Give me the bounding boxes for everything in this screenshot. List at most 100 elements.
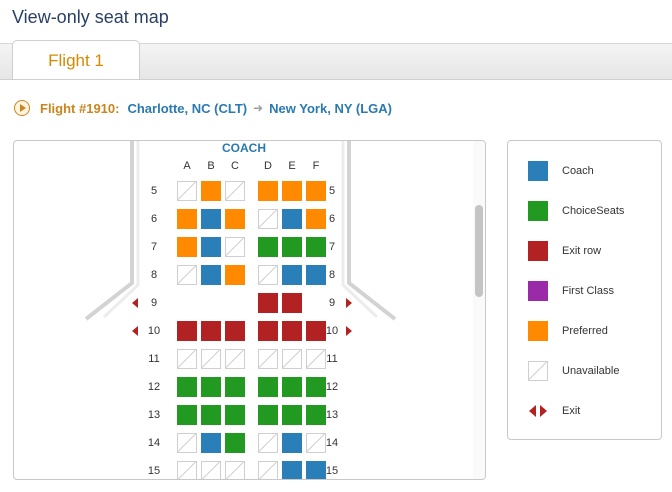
seat-7E [282,237,302,257]
legend-panel: Coach ChoiceSeats Exit row First Class Prefe… [507,140,662,440]
seat-14C [225,433,245,453]
column-letter-e: E [288,160,296,172]
seat-13D [258,405,278,425]
column-letter-b: B [207,160,215,172]
row-number-left: 15 [147,465,161,477]
seat-13B [201,405,221,425]
legend-label: ChoiceSeats [562,205,625,217]
seat-6A [177,209,197,229]
seat-12C [225,377,245,397]
seat-10E [282,321,302,341]
legend-label: Exit row [562,245,602,257]
seat-5F [306,181,326,201]
legend-label: Exit [562,405,581,417]
seat-5A [177,181,197,201]
seat-5E [282,181,302,201]
row-number-left: 8 [150,269,158,281]
seat-11C [225,349,245,369]
legend-label: Coach [562,165,594,177]
scroll-thumb[interactable] [475,205,483,297]
seat-12E [282,377,302,397]
seat-map: COACH A B C D E F 5 5 6 6 7 7 8 8 9 9 10 10 11 11 12 12 13 13 14… [14,141,474,479]
seat-6D [258,209,278,229]
seat-7B [201,237,221,257]
seat-10F [306,321,326,341]
seat-7A [177,237,197,257]
row-number-left: 13 [147,409,161,421]
seat-13C [225,405,245,425]
origin-city: Charlotte, NC (CLT) [127,100,248,116]
seat-14E [282,433,302,453]
seat-11F [306,349,326,369]
seat-15E [282,461,302,479]
seat-11E [282,349,302,369]
choiceseats-swatch [528,201,548,221]
legend-item-preferred: Preferred [528,320,608,342]
exit-row-swatch [528,241,548,261]
legend-item-first: First Class [528,280,614,302]
legend-label: First Class [562,285,614,297]
seat-9E [282,293,302,313]
seat-13E [282,405,302,425]
seat-14D [258,433,278,453]
seat-11B [201,349,221,369]
seat-12D [258,377,278,397]
exit-right-icon [346,326,352,336]
row-number-left: 11 [148,353,160,365]
legend-item-exit: Exit [528,400,580,422]
play-icon[interactable] [14,100,30,116]
exit-right-icon [346,298,352,308]
seat-map-scrollbar[interactable] [473,141,485,479]
row-number-left: 5 [150,185,158,197]
seat-5D [258,181,278,201]
seat-15D [258,461,278,479]
seat-12F [306,377,326,397]
preferred-swatch [528,321,548,341]
seat-10D [258,321,278,341]
seat-13A [177,405,197,425]
legend-item-unavailable: Unavailable [528,360,619,382]
coach-swatch [528,161,548,181]
seat-6C [225,209,245,229]
seat-7F [306,237,326,257]
first-class-swatch [528,281,548,301]
seat-15F [306,461,326,479]
column-letter-c: C [231,160,239,172]
row-number-left: 7 [150,241,158,253]
destination-city: New York, NY (LGA) [269,100,392,116]
seat-8A [177,265,197,285]
seat-6F [306,209,326,229]
row-number-left: 6 [150,213,158,225]
flight-number: Flight #1910: [40,100,120,116]
column-letter-f: F [312,160,320,172]
seat-10A [177,321,197,341]
seat-13F [306,405,326,425]
seat-11A [177,349,197,369]
cabin-label: COACH [222,141,266,155]
legend-label: Preferred [562,325,608,337]
seat-15A [177,461,197,479]
seat-7C [225,237,245,257]
exit-arrows-icon [528,401,548,421]
seat-map-panel[interactable]: COACH A B C D E F 5 5 6 6 7 7 8 8 9 9 10 10 11 11 12 12 13 13 14… [13,140,486,480]
seat-12B [201,377,221,397]
seat-8D [258,265,278,285]
seat-9D [258,293,278,313]
seat-14F [306,433,326,453]
column-letter-d: D [264,160,272,172]
seat-8B [201,265,221,285]
tab-flight-1[interactable]: Flight 1 [12,40,140,79]
unavailable-swatch [528,361,548,381]
column-letter-a: A [183,160,191,172]
seat-14A [177,433,197,453]
route-arrow-icon: ➜ [253,101,264,115]
seat-10C [225,321,245,341]
seat-11D [258,349,278,369]
legend-item-choice: ChoiceSeats [528,200,624,222]
legend-item-coach: Coach [528,160,594,182]
seat-14B [201,433,221,453]
row-number-left: 9 [150,297,158,309]
legend-label: Unavailable [562,365,620,377]
row-number-left: 10 [147,325,161,337]
row-number-left: 14 [147,437,161,449]
